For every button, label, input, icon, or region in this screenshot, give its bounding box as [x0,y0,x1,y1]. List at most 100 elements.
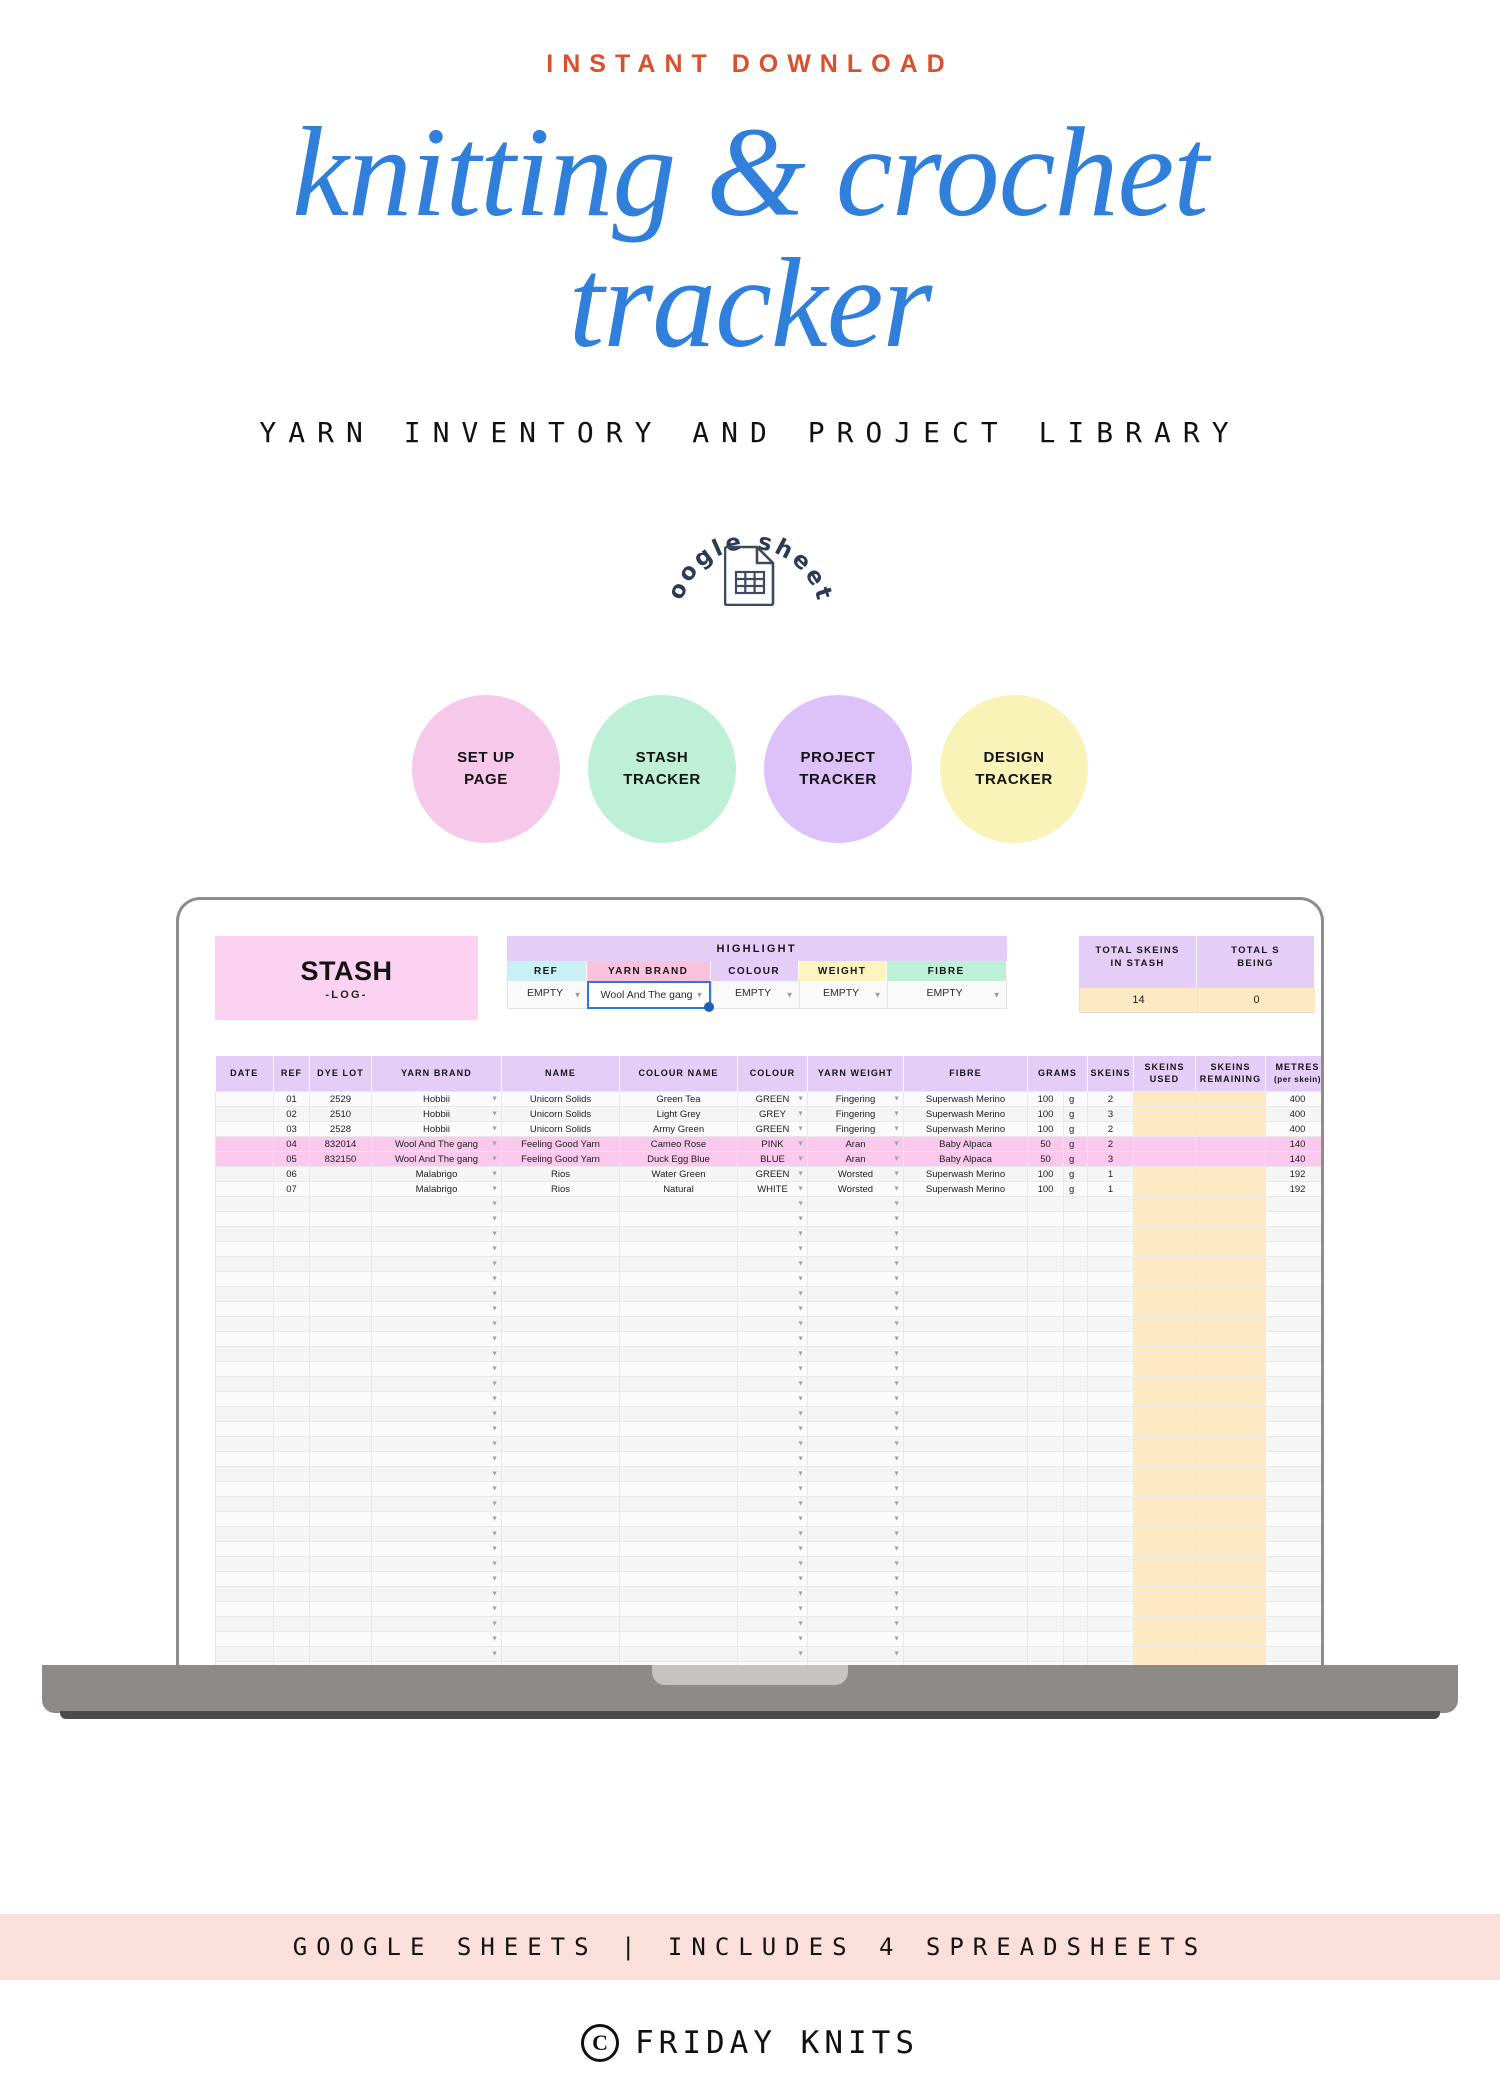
col-fibre[interactable]: FIBRE [903,1056,1028,1092]
cell-colour-name[interactable] [619,1646,738,1663]
cell-colour-name[interactable] [619,1286,738,1303]
cell-dye-lot[interactable] [309,1496,372,1513]
cell-skeins-used[interactable] [1133,1301,1196,1318]
cell-skeins-remaining[interactable] [1195,1481,1266,1498]
cell-yarn-weight[interactable]: Aran ▼ [807,1151,904,1168]
cell-yarn-brand[interactable]: ▼ [371,1421,502,1438]
cell-ref[interactable] [273,1196,310,1213]
cell-name[interactable] [501,1301,620,1318]
cell-grams-unit[interactable] [1063,1421,1088,1438]
cell-colour-name[interactable] [619,1601,738,1618]
cell-colour-name[interactable] [619,1631,738,1648]
col-metres[interactable]: METRES (per skein) [1265,1056,1321,1092]
cell-date[interactable] [215,1406,274,1423]
cell-dye-lot[interactable]: 832150 [309,1151,372,1168]
cell-yarn-weight[interactable]: ▼ [807,1331,904,1348]
cell-skeins-remaining[interactable] [1195,1526,1266,1543]
cell-yarn-weight[interactable]: ▼ [807,1511,904,1528]
cell-skeins-remaining[interactable] [1195,1271,1266,1288]
cell-skeins-remaining[interactable] [1195,1151,1266,1168]
cell-name[interactable] [501,1406,620,1423]
cell-colour-name[interactable]: Army Green [619,1121,738,1138]
cell-skeins-used[interactable] [1133,1121,1196,1138]
cell-ref[interactable] [273,1436,310,1453]
cell-ref[interactable] [273,1451,310,1468]
cell-dye-lot[interactable] [309,1271,372,1288]
cell-grams[interactable] [1027,1316,1064,1333]
cell-yarn-brand[interactable]: ▼ [371,1616,502,1633]
cell-skeins-used[interactable] [1133,1241,1196,1258]
cell-date[interactable] [215,1556,274,1573]
cell-skeins-used[interactable] [1133,1526,1196,1543]
cell-ref[interactable] [273,1376,310,1393]
cell-yarn-weight[interactable]: Fingering ▼ [807,1106,904,1123]
cell-fibre[interactable] [903,1346,1028,1363]
cell-dye-lot[interactable] [309,1616,372,1633]
cell-skeins[interactable] [1087,1391,1134,1408]
cell-skeins-used[interactable] [1133,1451,1196,1468]
cell-yarn-weight[interactable]: Worsted ▼ [807,1181,904,1198]
cell-skeins[interactable]: 2 [1087,1136,1134,1153]
cell-yarn-brand[interactable]: ▼ [371,1586,502,1603]
cell-fibre[interactable]: Superwash Merino [903,1091,1028,1108]
cell-skeins-used[interactable] [1133,1541,1196,1558]
cell-dye-lot[interactable] [309,1571,372,1588]
cell-ref[interactable] [273,1511,310,1528]
cell-grams[interactable] [1027,1226,1064,1243]
cell-grams-unit[interactable]: g [1063,1106,1088,1123]
cell-dye-lot[interactable]: 2528 [309,1121,372,1138]
cell-fibre[interactable] [903,1481,1028,1498]
cell-grams[interactable]: 50 [1027,1136,1064,1153]
cell-name[interactable] [501,1391,620,1408]
cell-yarn-brand[interactable]: Malabrigo ▼ [371,1166,502,1183]
cell-fibre[interactable] [903,1526,1028,1543]
col-colour[interactable]: COLOUR [737,1056,808,1092]
cell-grams[interactable] [1027,1211,1064,1228]
cell-skeins[interactable] [1087,1196,1134,1213]
cell-skeins[interactable] [1087,1421,1134,1438]
cell-colour-name[interactable] [619,1586,738,1603]
cell-ref[interactable] [273,1631,310,1648]
cell-fibre[interactable] [903,1301,1028,1318]
cell-skeins-remaining[interactable] [1195,1331,1266,1348]
cell-dye-lot[interactable] [309,1601,372,1618]
cell-colour[interactable]: ▼ [737,1436,808,1453]
cell-name[interactable] [501,1331,620,1348]
col-yarn-brand[interactable]: YARN BRAND [371,1056,502,1092]
cell-colour-name[interactable] [619,1346,738,1363]
cell-skeins-remaining[interactable] [1195,1556,1266,1573]
cell-skeins-remaining[interactable] [1195,1511,1266,1528]
cell-name[interactable]: Feeling Good Yarn [501,1151,620,1168]
cell-date[interactable] [215,1241,274,1258]
col-skeins-remaining[interactable]: SKEINS REMAINING [1195,1056,1266,1092]
cell-colour-name[interactable]: Cameo Rose [619,1136,738,1153]
cell-skeins-used[interactable] [1133,1151,1196,1168]
cell-yarn-weight[interactable]: ▼ [807,1451,904,1468]
cell-dye-lot[interactable] [309,1241,372,1258]
cell-ref[interactable] [273,1241,310,1258]
cell-skeins[interactable] [1087,1451,1134,1468]
cell-dye-lot[interactable]: 832014 [309,1136,372,1153]
cell-skeins[interactable] [1087,1601,1134,1618]
cell-grams[interactable]: 100 [1027,1106,1064,1123]
cell-skeins-used[interactable] [1133,1436,1196,1453]
cell-colour-name[interactable] [619,1256,738,1273]
cell-skeins-remaining[interactable] [1195,1586,1266,1603]
cell-name[interactable]: Unicorn Solids [501,1106,620,1123]
cell-dye-lot[interactable] [309,1316,372,1333]
cell-grams[interactable] [1027,1451,1064,1468]
cell-colour[interactable]: ▼ [737,1376,808,1393]
cell-colour-name[interactable] [619,1316,738,1333]
cell-yarn-brand[interactable]: ▼ [371,1286,502,1303]
cell-colour-name[interactable] [619,1271,738,1288]
cell-colour[interactable]: BLUE ▼ [737,1151,808,1168]
cell-colour-name[interactable] [619,1196,738,1213]
cell-grams[interactable] [1027,1286,1064,1303]
cell-ref[interactable] [273,1601,310,1618]
cell-fibre[interactable] [903,1466,1028,1483]
cell-name[interactable] [501,1526,620,1543]
cell-metres[interactable] [1265,1646,1321,1663]
cell-yarn-brand[interactable]: Hobbii ▼ [371,1121,502,1138]
cell-grams-unit[interactable] [1063,1286,1088,1303]
cell-name[interactable] [501,1541,620,1558]
